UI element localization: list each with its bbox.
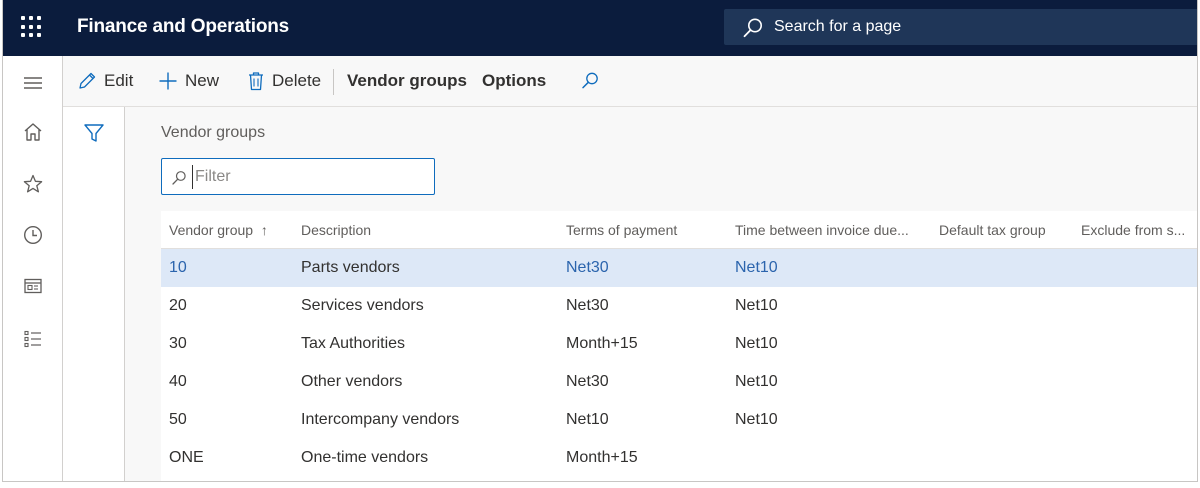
cell-time-between[interactable]: Net10 [735,411,778,429]
cell-terms-of-payment[interactable]: Month+15 [566,335,638,353]
top-bar: Finance and Operations Search for a page [3,0,1197,56]
new-button[interactable]: New [158,56,219,106]
action-divider [333,69,334,95]
cell-vendor-group[interactable]: 30 [169,335,187,353]
cell-terms-of-payment[interactable]: Net30 [566,373,609,391]
navigation-rail [3,56,63,481]
delete-label: Delete [272,71,322,90]
workspace-icon[interactable] [22,275,44,297]
search-icon [743,18,762,38]
cell-description[interactable]: Parts vendors [301,259,400,277]
filter-pane-rail [63,107,125,481]
filter-icon[interactable] [83,122,105,144]
cell-vendor-group[interactable]: ONE [169,449,204,467]
cell-vendor-group[interactable]: 10 [169,259,187,277]
cell-time-between[interactable]: Net10 [735,373,778,391]
app-title[interactable]: Finance and Operations [77,16,289,38]
table-row[interactable]: 40 Other vendors Net30 Net10 [161,363,1197,401]
table-row[interactable]: 10 Parts vendors Net30 Net10 [161,249,1197,287]
pencil-icon [79,72,96,89]
table-row[interactable]: ONE One-time vendors Month+15 [161,439,1197,477]
hamburger-icon[interactable] [22,72,44,94]
grid-filter-box[interactable] [161,158,435,195]
cell-description[interactable]: One-time vendors [301,449,428,467]
column-header-vendor-group[interactable]: Vendor group ↑ [169,222,268,238]
search-icon [172,171,186,185]
cell-description[interactable]: Tax Authorities [301,335,405,353]
search-placeholder[interactable]: Search for a page [774,18,901,36]
plus-icon [159,72,177,90]
cell-terms-of-payment[interactable]: Net10 [566,411,609,429]
cell-description[interactable]: Intercompany vendors [301,411,459,429]
clock-icon[interactable] [22,224,44,246]
home-icon[interactable] [22,121,44,143]
cell-terms-of-payment[interactable]: Net30 [566,259,609,277]
new-label: New [185,71,220,90]
cell-terms-of-payment[interactable]: Net30 [566,297,609,315]
column-header-terms-of-payment[interactable]: Terms of payment [566,222,677,238]
page-title: Vendor groups [161,124,266,141]
table-row[interactable]: 20 Services vendors Net30 Net10 [161,287,1197,325]
cell-description[interactable]: Services vendors [301,297,424,315]
search-icon [582,72,598,89]
options-tab[interactable]: Options [482,56,546,106]
filter-input[interactable] [192,165,428,189]
vendor-groups-tab[interactable]: Vendor groups [347,56,467,106]
column-header-exclude[interactable]: Exclude from s... [1081,222,1185,238]
table-row[interactable]: 30 Tax Authorities Month+15 Net10 [161,325,1197,363]
column-header-description[interactable]: Description [301,222,371,238]
grid-header: Vendor group ↑ Description Terms of paym… [161,211,1197,249]
page-search-box[interactable]: Search for a page [724,9,1197,45]
vendor-groups-grid: Vendor group ↑ Description Terms of paym… [161,211,1197,481]
edit-button[interactable]: Edit [77,56,133,106]
cell-time-between[interactable]: Net10 [735,335,778,353]
cell-vendor-group[interactable]: 50 [169,411,187,429]
column-header-time-between-invoice[interactable]: Time between invoice due... [735,222,909,238]
sort-ascending-icon: ↑ [260,222,268,238]
delete-button[interactable]: Delete [247,56,321,106]
content-area: Vendor groups Vendor group ↑ Description… [125,107,1197,481]
action-pane: Edit New Delete Vendor groups Options [63,56,1197,107]
cell-description[interactable]: Other vendors [301,373,402,391]
column-header-default-tax-group[interactable]: Default tax group [939,222,1046,238]
app-window: Finance and Operations Search for a page [2,0,1198,482]
star-icon[interactable] [22,173,44,195]
cell-time-between[interactable]: Net10 [735,297,778,315]
trash-icon [249,72,263,91]
table-row[interactable]: 50 Intercompany vendors Net10 Net10 [161,401,1197,439]
app-launcher-icon[interactable] [21,16,43,38]
cell-time-between[interactable]: Net10 [735,259,778,277]
edit-label: Edit [104,71,134,90]
cell-vendor-group[interactable]: 20 [169,297,187,315]
action-search-button[interactable] [580,56,607,106]
column-header-label: Vendor group [169,222,254,238]
cell-vendor-group[interactable]: 40 [169,373,187,391]
cell-terms-of-payment[interactable]: Month+15 [566,449,638,467]
list-icon[interactable] [22,328,44,350]
